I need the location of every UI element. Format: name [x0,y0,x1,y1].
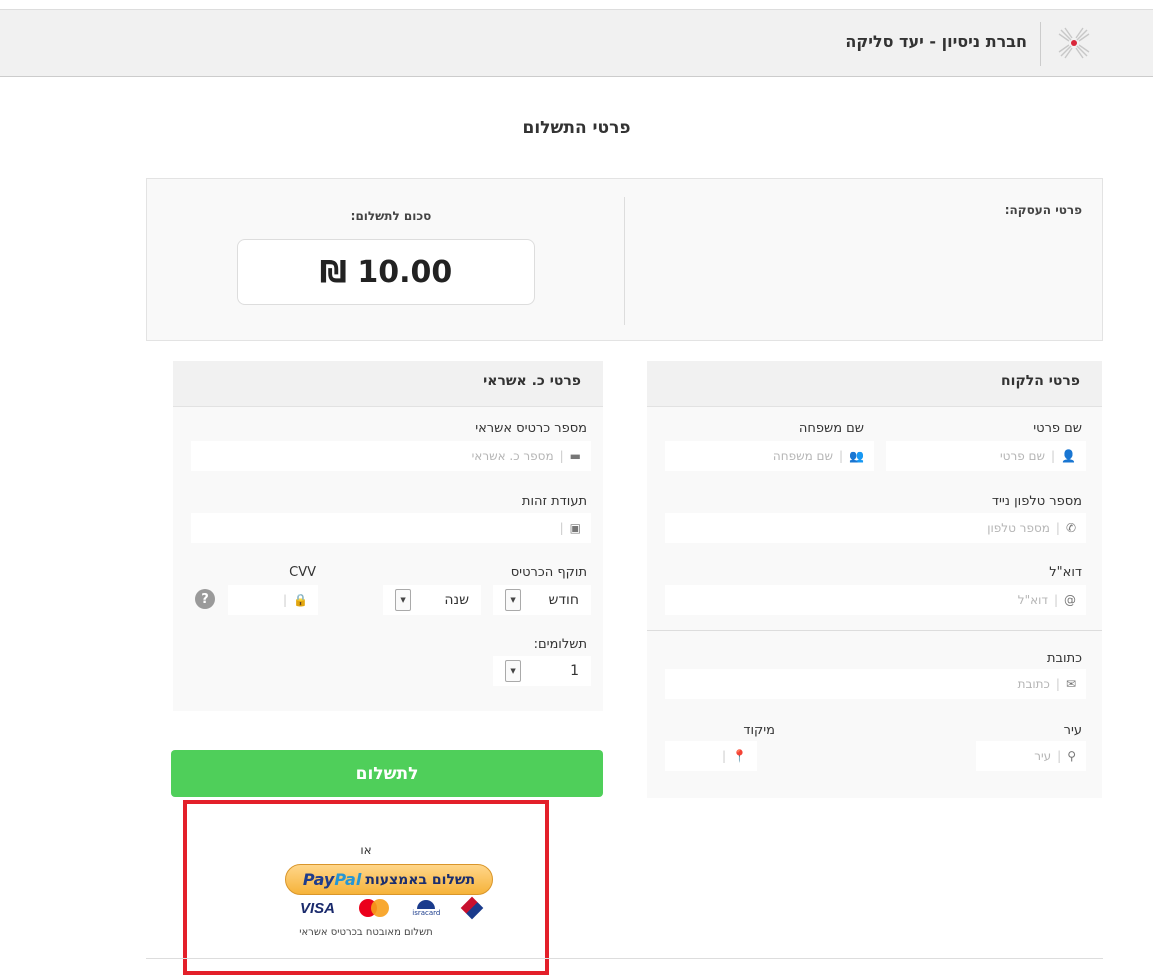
expiry-month-select[interactable]: חודש ▼ [493,585,591,615]
installments-label: תשלומים: [533,637,587,652]
last-name-label: שם משפחה [798,421,864,436]
card-brand-logos: VISA isracard [300,896,484,920]
field-divider: | [1057,749,1062,763]
secure-payment-note: תשלום מאובטח בכרטיס אשראי [299,927,433,938]
expiry-month-value: חודש [548,592,579,608]
card-number-placeholder: מספר כ. אשראי [471,449,554,463]
address-placeholder: כתובת [1017,677,1050,691]
isracard-logo: isracard [412,899,441,917]
cvv-help-icon[interactable]: ? [195,589,215,609]
isracard-text: isracard [412,908,441,917]
installments-select[interactable]: 1 ▼ [493,656,591,686]
paypal-brand-pay: Pay [302,870,335,889]
first-name-field[interactable]: 👤 | שם פרטי [886,441,1086,471]
zip-label: מיקוד [743,723,775,738]
email-field[interactable]: @ | דוא"ל [665,585,1086,615]
customer-details-panel: פרטי הלקוח שם פרטי שם משפחה 👤 | שם פרטי 👥 |… [647,361,1102,798]
visa-logo: VISA [300,899,336,917]
deal-details-label: פרטי העסקה: [1004,203,1082,217]
at-icon: @ [1064,593,1076,607]
credit-card-icon: ▬ [569,449,581,463]
id-card-icon: ▣ [569,521,581,535]
field-divider: | [1051,449,1056,463]
field-divider: | [283,593,288,607]
amount-label: סכום לתשלום: [350,209,432,223]
city-field[interactable]: ⚲ | עיר [976,741,1086,771]
paypal-button[interactable]: תשלום באמצעות PayPal [285,864,493,895]
phone-label: מספר טלפון נייד [991,494,1082,509]
zip-field[interactable]: 📍 | [665,741,757,771]
card-number-field[interactable]: ▬ | מספר כ. אשראי [191,441,591,471]
field-divider: | [1055,677,1060,691]
pay-button[interactable]: לתשלום [171,750,603,797]
cvv-label: CVV [289,565,316,580]
field-divider: | [839,449,844,463]
company-name: חברת ניסיון - יעד סליקה [845,32,1027,51]
or-label: או [360,843,372,857]
field-divider: | [559,449,564,463]
address-field[interactable]: ✉ | כתובת [665,669,1086,699]
customer-panel-title: פרטי הלקוח [647,361,1102,407]
company-logo-icon [1058,27,1090,59]
city-placeholder: עיר [1034,749,1052,763]
phone-icon: ✆ [1065,521,1076,535]
field-divider: | [559,521,564,535]
cvv-field[interactable]: 🔒 | [228,585,318,615]
pin-icon: 📍 [732,749,747,763]
city-label: עיר [1063,723,1082,738]
header-bar: חברת ניסיון - יעד סליקה [0,9,1153,77]
chevron-down-icon: ▼ [505,589,521,611]
expiry-year-value: שנה [444,592,469,608]
chevron-down-icon: ▼ [505,660,521,682]
diners-icon [460,896,484,920]
paypal-prefix: תשלום באמצעות [365,871,476,888]
last-name-field[interactable]: 👥 | שם משפחה [665,441,874,471]
first-name-label: שם פרטי [1033,421,1082,436]
paypal-brand-pal: Pal [334,870,362,889]
expiry-year-select[interactable]: שנה ▼ [383,585,481,615]
section-divider [647,630,1102,631]
map-pin-icon: ⚲ [1067,749,1076,763]
credit-card-panel: פרטי כ. אשראי מספר כרטיס אשראי ▬ | מספר כ.… [173,361,603,711]
amount-value: 10.00 ₪ [237,239,535,305]
card-panel-title: פרטי כ. אשראי [173,361,603,407]
bottom-divider [146,958,1103,959]
card-number-label: מספר כרטיס אשראי [475,421,587,436]
user-icon: 👤 [1061,449,1076,463]
summary-divider [624,197,625,325]
page-title: פרטי התשלום [522,118,631,138]
phone-field[interactable]: ✆ | מספר טלפון [665,513,1086,543]
lock-icon: 🔒 [293,593,308,607]
installments-value: 1 [570,663,579,679]
id-number-label: תעודת זהות [521,494,587,509]
last-name-placeholder: שם משפחה [772,449,833,463]
chevron-down-icon: ▼ [395,589,411,611]
transaction-summary: פרטי העסקה: סכום לתשלום: 10.00 ₪ [146,178,1103,341]
field-divider: | [1055,521,1060,535]
mastercard-icon [358,899,389,917]
field-divider: | [722,749,727,763]
logo-divider [1040,22,1041,66]
address-label: כתובת [1046,651,1082,666]
phone-placeholder: מספר טלפון [987,521,1050,535]
first-name-placeholder: שם פרטי [999,449,1045,463]
paypal-logo: PayPal [303,870,361,889]
envelope-icon: ✉ [1065,677,1076,691]
id-number-field[interactable]: ▣ | [191,513,591,543]
expiry-label: תוקף הכרטיס [510,565,587,580]
email-label: דוא"ל [1049,565,1082,580]
field-divider: | [1053,593,1058,607]
email-placeholder: דוא"ל [1017,593,1048,607]
users-icon: 👥 [849,449,864,463]
